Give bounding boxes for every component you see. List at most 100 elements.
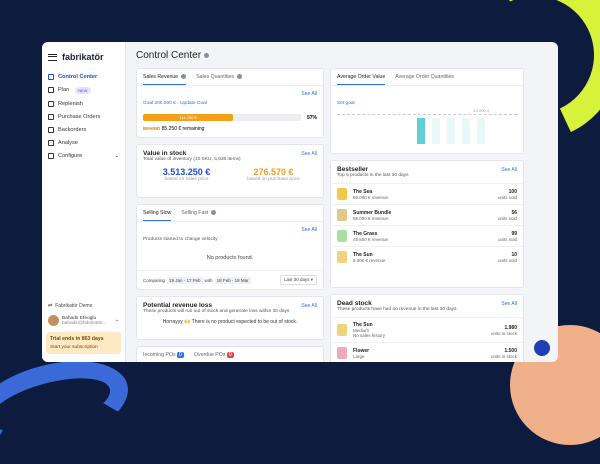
aov-card: Average Order Value Average Order Quantit… [330,68,524,154]
sidebar-item-label: Plan [58,87,70,93]
product-image [337,209,347,221]
list-item[interactable]: The Sun Medium No sales history 1.980 units … [331,317,523,342]
aov-bar [447,118,455,144]
card-title: Potential revenue loss [143,302,212,309]
chart-icon [48,139,54,146]
units-label: units sold [497,236,517,242]
card-description: Products started to change velocity [143,237,218,242]
chat-icon[interactable] [534,340,550,356]
sidebar-item-backorders[interactable]: Backorders [42,123,125,136]
see-all-link[interactable]: See All [501,167,517,173]
swap-icon: ⇄ [48,303,53,309]
info-icon [211,210,217,216]
tab-average-order-value[interactable]: Average Order Value [337,74,386,85]
replenish-icon [48,100,54,107]
po-tabs-card: Incoming POs 0 Overdue POs 0 [136,346,324,362]
tab-selling-fast[interactable]: Selling Fast [181,210,217,221]
sidebar-item-plan[interactable]: Plan NEW [42,83,125,97]
product-revenue: 8.000 € revenue [353,257,386,263]
workspace-switcher[interactable]: ⇄ Fabrikatör Demo [46,300,121,312]
product-name: Flower [353,347,370,354]
range-select[interactable]: Last 30 days ▾ [279,275,317,285]
see-all-link[interactable]: See All [301,303,317,309]
tab-sales-revenue[interactable]: Sales Revenue [143,74,187,85]
sidebar-item-control-center[interactable]: Control Center [42,70,125,83]
aov-bar [417,118,425,144]
value-label: based on purchase price [247,177,300,182]
sidebar-item-replenish[interactable]: Replenish [42,97,125,110]
trial-text: Trial ends in 863 days [50,336,104,342]
sales-price-value: 3.513.250 € [162,167,211,177]
workspace-name: Fabrikatör Demo [55,303,93,309]
product-image [337,188,347,200]
chevron-down-icon: ⌄ [114,152,119,159]
tab-overdue-pos[interactable]: Overdue POs 0 [194,352,234,362]
list-item[interactable]: The Sun 8.000 € revenue 10 units sold [331,246,523,267]
product-variant: Large [353,353,365,359]
subscription-link[interactable]: Start your subscription [50,345,117,350]
card-description: These products will run out of stock and… [143,309,290,314]
tab-average-order-quantities[interactable]: Average Order Quantities [395,74,454,85]
list-item[interactable]: Summer Bundle 56.000 € revenue 56 units sol… [331,204,523,225]
info-icon[interactable] [204,52,210,58]
trial-box: Trial ends in 863 days Start your subscr… [46,332,121,354]
sidebar-item-purchase-orders[interactable]: Purchase Orders [42,110,125,123]
product-note: No sales history [353,333,386,338]
selling-velocity-card: Selling Slow Selling Fast Products starte… [136,204,324,290]
info-icon [236,74,242,80]
sidebar-item-analyse[interactable]: Analyse [42,136,125,149]
progress-percent: 57% [306,114,317,121]
goal-text[interactable]: Goal 200.000 € · Update Goal [143,101,207,106]
dead-stock-card: Dead stock See All These products have h… [330,294,524,362]
compare-with: with [204,277,213,283]
chevron-down-icon: ⌄ [114,318,119,323]
compare-period-a: 19 Jan - 17 Feb [167,276,203,284]
tab-label: Overdue POs [193,352,226,358]
product-image [337,347,347,359]
list-item[interactable]: Flower Large 1.500 units in stock [331,342,523,362]
product-image [337,230,347,242]
tab-selling-slow[interactable]: Selling Slow [143,210,172,221]
product-revenue: 56.000 € revenue [353,215,389,221]
goal-progress-bar: 114.750 € [143,114,301,121]
tab-label: Sales Quantities [196,74,234,80]
document-icon [48,113,54,120]
sales-card: Sales Revenue Sales Quantities Goal 200.0… [136,68,324,138]
new-badge: NEW [75,86,91,94]
product-name: Summer Bundle [353,209,392,216]
see-all-link[interactable]: See All [301,227,317,233]
compare-label: Comparing [143,277,166,283]
bar-label: 114.750 € [179,115,197,120]
sidebar-item-label: Replenish [58,100,83,107]
list-item[interactable]: The Sea 65.000 € revenue 100 units sold [331,183,523,204]
list-item[interactable]: The Grass 49.500 € revenue 99 units sold [331,225,523,246]
see-all-link[interactable]: See All [301,151,317,157]
units-label: units sold [497,215,517,221]
product-revenue: 65.000 € revenue [353,194,389,200]
app-window: fabrikatör Control Center Plan NEW Replen… [42,42,558,362]
user-menu[interactable]: Bahadir Efeoglu bahadir@fabrikatör... ⌄ [46,312,121,329]
purchase-price-value: 276.570 € [253,167,294,177]
product-image [337,251,347,263]
goal-progress-fill: 114.750 € [143,114,234,121]
units-label: units in stock [490,353,517,359]
sidebar-item-configure[interactable]: Configure ⌄ [42,149,125,162]
units-label: units in stock [490,330,517,336]
value-label: £4,000.4 [473,108,489,113]
aov-bar [462,118,470,144]
status-badge: BEHIND [143,126,161,131]
see-all-link[interactable]: See All [501,301,517,307]
revenue-loss-card: Potential revenue loss See All These pro… [136,296,324,340]
sidebar-item-label: Purchase Orders [58,113,101,120]
tab-incoming-pos[interactable]: Incoming POs 0 [143,352,184,362]
product-revenue: 49.500 € revenue [353,236,389,242]
sidebar-item-label: Control Center [58,73,98,80]
menu-icon[interactable] [48,53,57,61]
tab-sales-quantities[interactable]: Sales Quantities [196,74,242,85]
stock-value-card: Value in stock See All Total value of in… [136,144,324,198]
value-label: based on sales price [164,177,209,182]
see-all-link[interactable]: See All [301,91,317,97]
sidebar-item-label: Analyse [58,139,78,146]
reference-line [337,114,517,115]
compare-period-b: 18 Feb - 18 Mar [214,276,251,284]
